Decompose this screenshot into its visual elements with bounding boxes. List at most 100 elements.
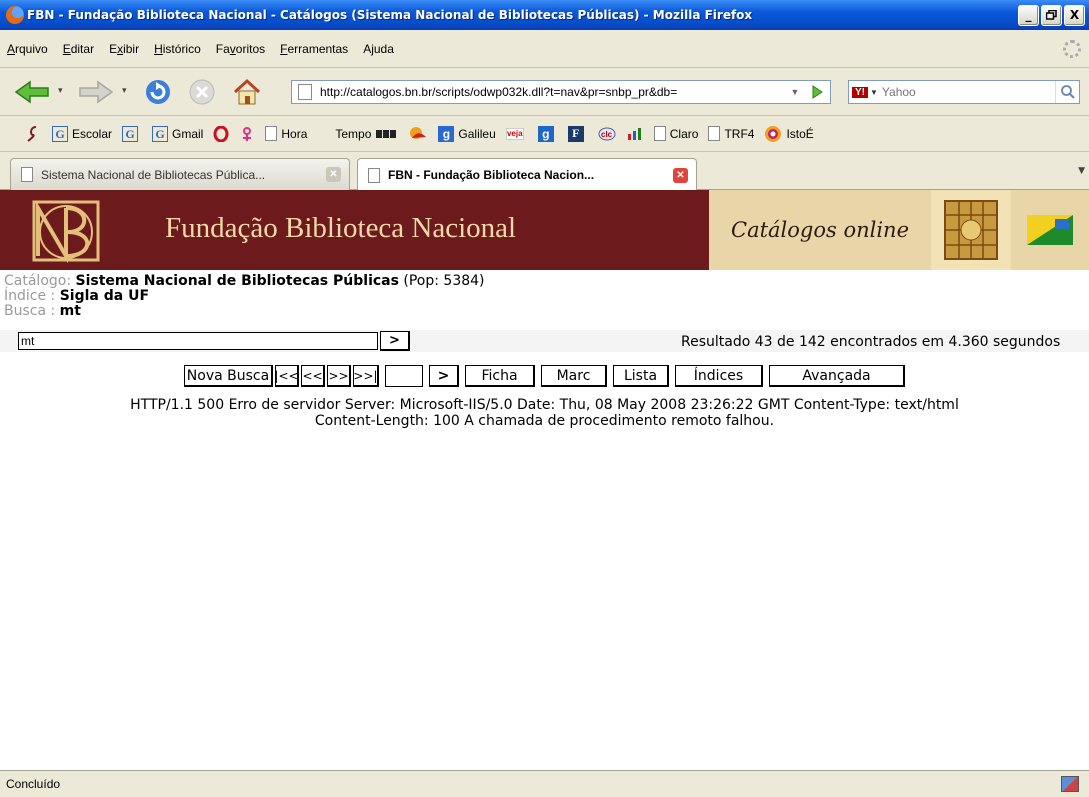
forward-button[interactable]: [78, 80, 114, 104]
clic-icon: clc: [598, 127, 616, 140]
firefox-icon: [6, 6, 24, 24]
search-button[interactable]: [1055, 81, 1079, 103]
index-name: Sigla da UF: [59, 288, 150, 304]
stop-button[interactable]: [186, 76, 218, 108]
indices-button[interactable]: Índices: [675, 365, 763, 387]
go-button[interactable]: [804, 81, 830, 103]
forward-arrow-icon: [79, 80, 114, 104]
status-bar: Concluído: [0, 770, 1089, 797]
window-titlebar: FBN - Fundação Biblioteca Nacional - Cat…: [0, 0, 1089, 30]
query-go-button[interactable]: >: [380, 331, 410, 351]
tab-sistema-nacional[interactable]: Sistema Nacional de Bibliotecas Pública.…: [10, 158, 350, 190]
go-arrow-icon: [812, 85, 823, 99]
page-content: Fundação Biblioteca Nacional Catálogos o…: [0, 190, 1089, 770]
record-number-input[interactable]: [385, 365, 423, 387]
restore-icon: [1046, 10, 1057, 20]
reload-icon: [146, 80, 170, 104]
stop-icon: [189, 79, 215, 105]
yahoo-engine-icon[interactable]: Y!: [852, 86, 868, 98]
script-logo-icon: [27, 125, 37, 142]
opera-icon: [213, 125, 229, 142]
addon-status-icon[interactable]: [1061, 776, 1079, 792]
bookmark-opera[interactable]: [213, 125, 229, 142]
tab-list-dropdown[interactable]: ▼: [1078, 166, 1085, 176]
advanced-search-button[interactable]: Avançada: [769, 365, 905, 387]
throbber-icon: [1063, 40, 1081, 58]
menu-arquivo[interactable]: Arquivo: [7, 42, 48, 56]
bookmark-orkut[interactable]: [239, 126, 255, 142]
search-row: > Resultado 43 de 142 encontrados em 4.3…: [0, 330, 1089, 352]
engine-dropdown-icon[interactable]: ▼: [870, 88, 878, 97]
back-button[interactable]: [14, 80, 50, 104]
ornament-icon: [944, 200, 998, 260]
bookmark-istoe[interactable]: IstoÉ: [764, 125, 814, 143]
svg-text:clc: clc: [601, 130, 613, 139]
tab-strip: Sistema Nacional de Bibliotecas Pública.…: [0, 152, 1089, 191]
go-record-button[interactable]: >: [429, 365, 459, 387]
bookmark-gmail[interactable]: G Gmail: [152, 125, 203, 142]
bookmark-g-blue[interactable]: g: [537, 125, 558, 142]
bookmarks-toolbar: G Escolar G G Gmail Hora Tempo g Galileu ve…: [0, 116, 1089, 152]
url-text[interactable]: http://catalogos.bn.br/scripts/odwp032k.…: [320, 85, 786, 99]
institution-name: Fundação Biblioteca Nacional: [165, 212, 517, 244]
search-box[interactable]: Y! ▼: [848, 80, 1080, 104]
last-record-button[interactable]: >>|: [353, 365, 379, 387]
catalogs-online-label: Catálogos online: [709, 190, 931, 270]
bookmark-hora[interactable]: Hora: [265, 126, 307, 141]
close-window-button[interactable]: X: [1064, 4, 1085, 26]
page-icon: [708, 126, 721, 141]
google-icon: G: [152, 125, 169, 142]
query-input[interactable]: [18, 332, 378, 350]
page-icon: [368, 167, 380, 183]
lista-button[interactable]: Lista: [613, 365, 669, 387]
orkut-icon: [243, 126, 252, 141]
first-record-button[interactable]: |<<: [274, 365, 299, 387]
bookmark-clicrbs[interactable]: clc: [598, 126, 616, 142]
bookmark-speed[interactable]: [626, 126, 644, 142]
ficha-button[interactable]: Ficha: [465, 365, 535, 387]
menu-historico[interactable]: Histórico: [154, 42, 201, 56]
next-record-button[interactable]: >>: [327, 365, 351, 387]
menu-ferramentas[interactable]: Ferramentas: [280, 42, 348, 56]
ornament-image: [931, 190, 1011, 270]
bookmark-galileu[interactable]: g Galileu: [438, 125, 496, 142]
search-input[interactable]: [881, 85, 1055, 99]
menu-exibir[interactable]: Exibir: [109, 42, 139, 56]
new-search-button[interactable]: Nova Busca: [184, 365, 273, 387]
menu-favoritos[interactable]: Favoritos: [216, 42, 265, 56]
menu-bar: Arquivo Editar Exibir Histórico Favorito…: [0, 30, 1089, 68]
bookmark-weather[interactable]: [408, 125, 428, 143]
home-button[interactable]: [230, 76, 264, 108]
tab-fbn[interactable]: FBN - Fundação Biblioteca Nacion... ✕: [357, 158, 697, 191]
minimize-button[interactable]: _: [1018, 4, 1039, 26]
fbn-logo[interactable]: [28, 194, 104, 266]
url-history-dropdown[interactable]: ▼: [786, 87, 804, 97]
bookmark-veja[interactable]: veja: [505, 127, 528, 140]
forward-history-dropdown[interactable]: ▾: [122, 86, 127, 96]
maximize-button[interactable]: [1041, 4, 1062, 26]
bookmark-tempo[interactable]: Tempo: [335, 127, 398, 141]
menu-ajuda[interactable]: Ajuda: [363, 42, 394, 56]
reload-button[interactable]: [142, 76, 174, 108]
page-icon: [21, 167, 33, 182]
back-history-dropdown[interactable]: ▾: [58, 86, 63, 96]
back-arrow-icon: [14, 80, 49, 104]
previous-record-button[interactable]: <<: [301, 365, 325, 387]
bookmark-trf4[interactable]: TRF4: [708, 126, 754, 141]
menu-editar[interactable]: Editar: [63, 42, 94, 56]
url-bar[interactable]: http://catalogos.bn.br/scripts/odwp032k.…: [291, 80, 831, 104]
bookmark-escolar[interactable]: G Escolar: [52, 125, 112, 142]
page-icon: [298, 84, 312, 100]
close-tab-icon[interactable]: ✕: [326, 167, 341, 182]
search-info: Catálogo: Sistema Nacional de Biblioteca…: [4, 273, 485, 319]
istoe-icon: [765, 125, 782, 142]
marc-button[interactable]: Marc: [541, 365, 607, 387]
navigation-buttons: Nova Busca |<< << >> >>| > Ficha Marc Li…: [184, 364, 911, 388]
veja-icon: veja: [505, 127, 524, 140]
close-tab-icon[interactable]: ✕: [673, 167, 688, 183]
bookmark-claro[interactable]: Claro: [653, 126, 698, 141]
catalog-pop: (Pop: 5384): [403, 273, 485, 289]
bookmark-script-icon[interactable]: [26, 125, 40, 143]
bookmark-google[interactable]: G: [122, 125, 142, 142]
bookmark-folha[interactable]: F: [567, 125, 588, 142]
